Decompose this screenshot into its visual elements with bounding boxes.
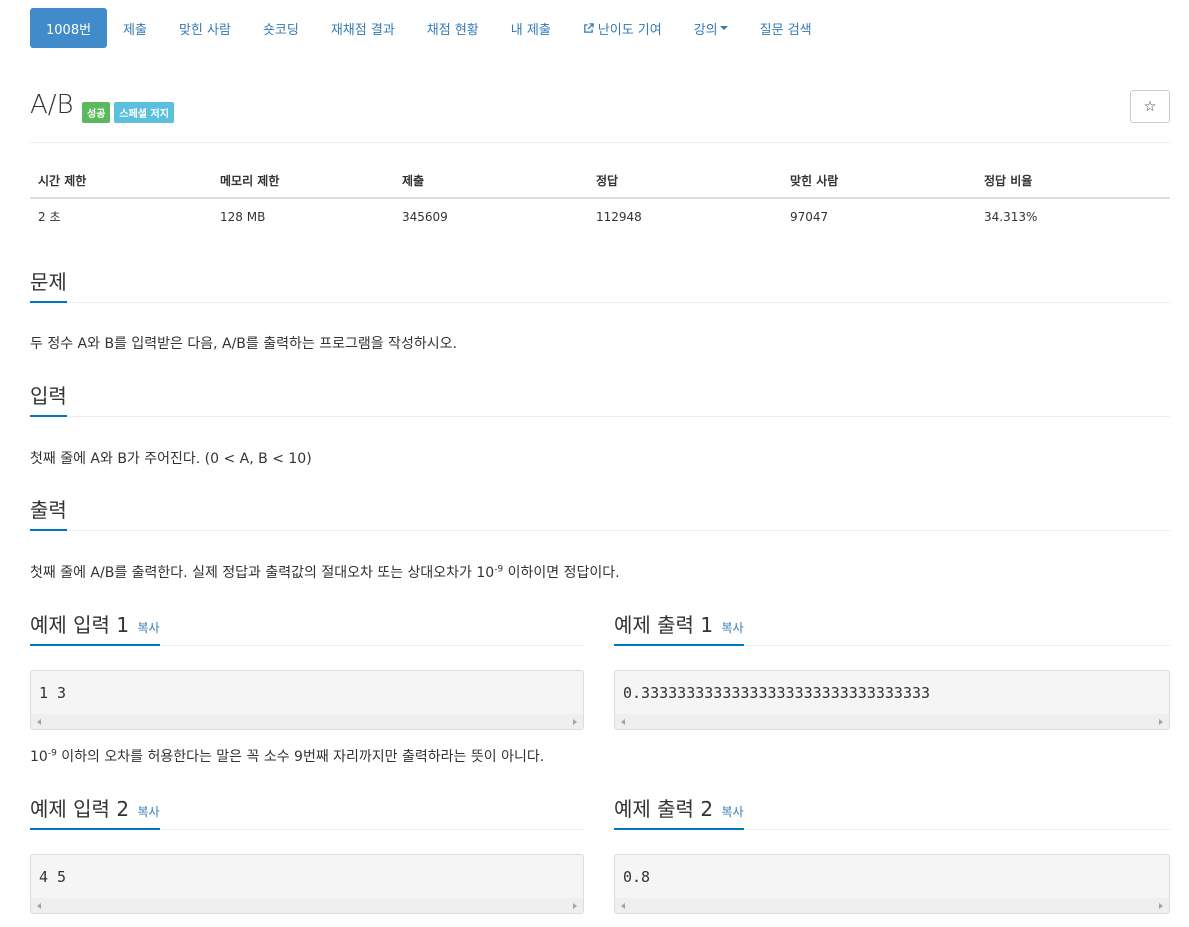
header-solved-users: 맞힌 사람: [782, 164, 976, 199]
tab-problem-number[interactable]: 1008번: [30, 8, 108, 48]
sample-input-2-header: 예제 입력 2 복사: [30, 788, 584, 830]
copy-sample-output-1-link[interactable]: 복사: [722, 621, 744, 635]
submissions-value: 345609: [402, 209, 448, 224]
horizontal-scrollbar[interactable]: [31, 714, 583, 729]
copy-sample-input-1-link[interactable]: 복사: [138, 621, 160, 635]
note-text-after: 이하의 오차를 허용한다는 말은 꼭 소수 9번째 자리까지만 출력하라는 뜻이…: [56, 749, 545, 765]
sample-output-1-header: 예제 출력 1 복사: [614, 604, 1170, 646]
note-text-before: 10: [30, 749, 48, 765]
tab-judge-status[interactable]: 채점 현황: [411, 8, 495, 48]
sample-output-2-content: 0.8: [623, 868, 651, 886]
horizontal-scrollbar[interactable]: [31, 898, 583, 913]
header-time-limit: 시간 제한: [30, 164, 212, 199]
star-icon: ☆: [1143, 98, 1157, 115]
sample-input-1-header: 예제 입력 1 복사: [30, 604, 584, 646]
table-row: 2 초 128 MB 345609 112948 97047 34.313%: [30, 198, 1170, 234]
tab-difficulty-contribution[interactable]: 난이도 기여: [567, 8, 678, 48]
sample-input-1-content: 1 3: [39, 684, 67, 702]
problem-menu: 1008번 제출 맞힌 사람 숏코딩 재채점 결과 채점 현황 내 제출 난이도…: [30, 8, 828, 48]
scroll-right-icon[interactable]: [1159, 903, 1163, 909]
header-memory-limit: 메모리 제한: [212, 164, 394, 199]
tab-label: 제출: [123, 22, 147, 38]
caret-down-icon: [719, 26, 728, 30]
scroll-right-icon[interactable]: [573, 903, 577, 909]
accepted-value: 112948: [596, 209, 642, 224]
sample-input-2-content: 4 5: [39, 868, 67, 886]
title-divider: [30, 142, 1170, 143]
tab-label: 숏코딩: [262, 22, 299, 38]
copy-sample-output-2-link[interactable]: 복사: [722, 805, 744, 819]
horizontal-scrollbar[interactable]: [615, 714, 1169, 729]
sample-output-2-header: 예제 출력 2 복사: [614, 788, 1170, 830]
sample-title-wrap: 예제 출력 1 복사: [614, 609, 744, 646]
problem-description: 두 정수 A와 B를 입력받은 다음, A/B를 출력하는 프로그램을 작성하시…: [30, 336, 457, 352]
tab-lectures-dropdown[interactable]: 강의: [678, 8, 744, 48]
problem-header: A/B 성공 스페셜 저지 ☆: [30, 90, 1170, 130]
memory-limit-value: 128 MB: [220, 209, 266, 224]
sample-title-wrap: 예제 출력 2 복사: [614, 793, 744, 830]
problem-section-header: 문제: [30, 263, 1170, 303]
note-text-exponent: -9: [47, 748, 57, 759]
scroll-left-icon[interactable]: [37, 719, 41, 725]
tab-submit[interactable]: 제출: [107, 8, 163, 48]
input-section-header: 입력: [30, 377, 1170, 417]
sample-output-2-box[interactable]: 0.8: [614, 854, 1170, 914]
output-text-after: 이하이면 정답이다.: [503, 565, 620, 581]
time-limit-value: 2 초: [38, 210, 61, 224]
horizontal-scrollbar[interactable]: [615, 898, 1169, 913]
section-title: 입력: [30, 380, 67, 417]
scroll-left-icon[interactable]: [37, 903, 41, 909]
section-title: 출력: [30, 494, 67, 531]
input-description: 첫째 줄에 A와 B가 주어진다. (0 < A, B < 10): [30, 451, 312, 467]
header-accept-rate: 정답 비율: [976, 164, 1170, 199]
tab-label: 맞힌 사람: [178, 22, 231, 38]
sample-title-wrap: 예제 입력 1 복사: [30, 609, 160, 646]
tab-short-coding[interactable]: 숏코딩: [247, 8, 315, 48]
sample-output-1-content: 0.33333333333333333333333333333333: [623, 684, 931, 702]
header-accepted: 정답: [588, 164, 782, 199]
solved-users-value: 97047: [790, 209, 829, 224]
problem-info-table: 시간 제한 메모리 제한 제출 정답 맞힌 사람 정답 비율 2 초 128 M…: [30, 164, 1170, 234]
sample-output-1-box[interactable]: 0.33333333333333333333333333333333: [614, 670, 1170, 730]
sample-title: 예제 출력 2: [614, 797, 714, 821]
sample-input-1-box[interactable]: 1 3: [30, 670, 584, 730]
copy-sample-input-2-link[interactable]: 복사: [138, 805, 160, 819]
tab-label: 질문 검색: [759, 22, 812, 38]
table-header-row: 시간 제한 메모리 제한 제출 정답 맞힌 사람 정답 비율: [30, 164, 1170, 199]
sample-title: 예제 입력 2: [30, 797, 130, 821]
output-text-before: 첫째 줄에 A/B를 출력한다. 실제 정답과 출력값의 절대오차 또는 상대오…: [30, 565, 495, 581]
sample-note: 10-9 이하의 오차를 허용한다는 말은 꼭 소수 9번째 자리까지만 출력하…: [30, 746, 1170, 766]
sample-title: 예제 입력 1: [30, 613, 130, 637]
scroll-left-icon[interactable]: [621, 719, 625, 725]
scroll-right-icon[interactable]: [573, 719, 577, 725]
scroll-right-icon[interactable]: [1159, 719, 1163, 725]
sample-input-2-box[interactable]: 4 5: [30, 854, 584, 914]
tab-label: 재채점 결과: [330, 22, 395, 38]
tab-label: 채점 현황: [426, 22, 479, 38]
tab-label: 1008번: [46, 22, 92, 38]
status-badge-success: 성공: [82, 102, 111, 123]
header-submissions: 제출: [394, 164, 588, 199]
tab-label: 난이도 기여: [597, 22, 662, 38]
external-link-icon: [583, 22, 594, 33]
special-judge-badge: 스페셜 저지: [114, 102, 174, 123]
tab-label: 강의: [693, 22, 718, 38]
tab-label: 내 제출: [510, 22, 551, 38]
sample-title-wrap: 예제 입력 2 복사: [30, 793, 160, 830]
tab-question-search[interactable]: 질문 검색: [744, 8, 828, 48]
section-title: 문제: [30, 266, 67, 303]
output-description: 첫째 줄에 A/B를 출력한다. 실제 정답과 출력값의 절대오차 또는 상대오…: [30, 562, 1170, 582]
accept-rate-value: 34.313%: [984, 209, 1038, 224]
favorite-star-button[interactable]: ☆: [1130, 90, 1170, 123]
sample-title: 예제 출력 1: [614, 613, 714, 637]
tab-my-submissions[interactable]: 내 제출: [495, 8, 567, 48]
tab-solved-users[interactable]: 맞힌 사람: [163, 8, 247, 48]
output-text-exponent: -9: [494, 564, 504, 575]
problem-labels: 성공 스페셜 저지: [82, 102, 174, 123]
problem-title: A/B: [30, 90, 74, 120]
output-section-header: 출력: [30, 491, 1170, 531]
tab-rejudge-results[interactable]: 재채점 결과: [315, 8, 411, 48]
scroll-left-icon[interactable]: [621, 903, 625, 909]
